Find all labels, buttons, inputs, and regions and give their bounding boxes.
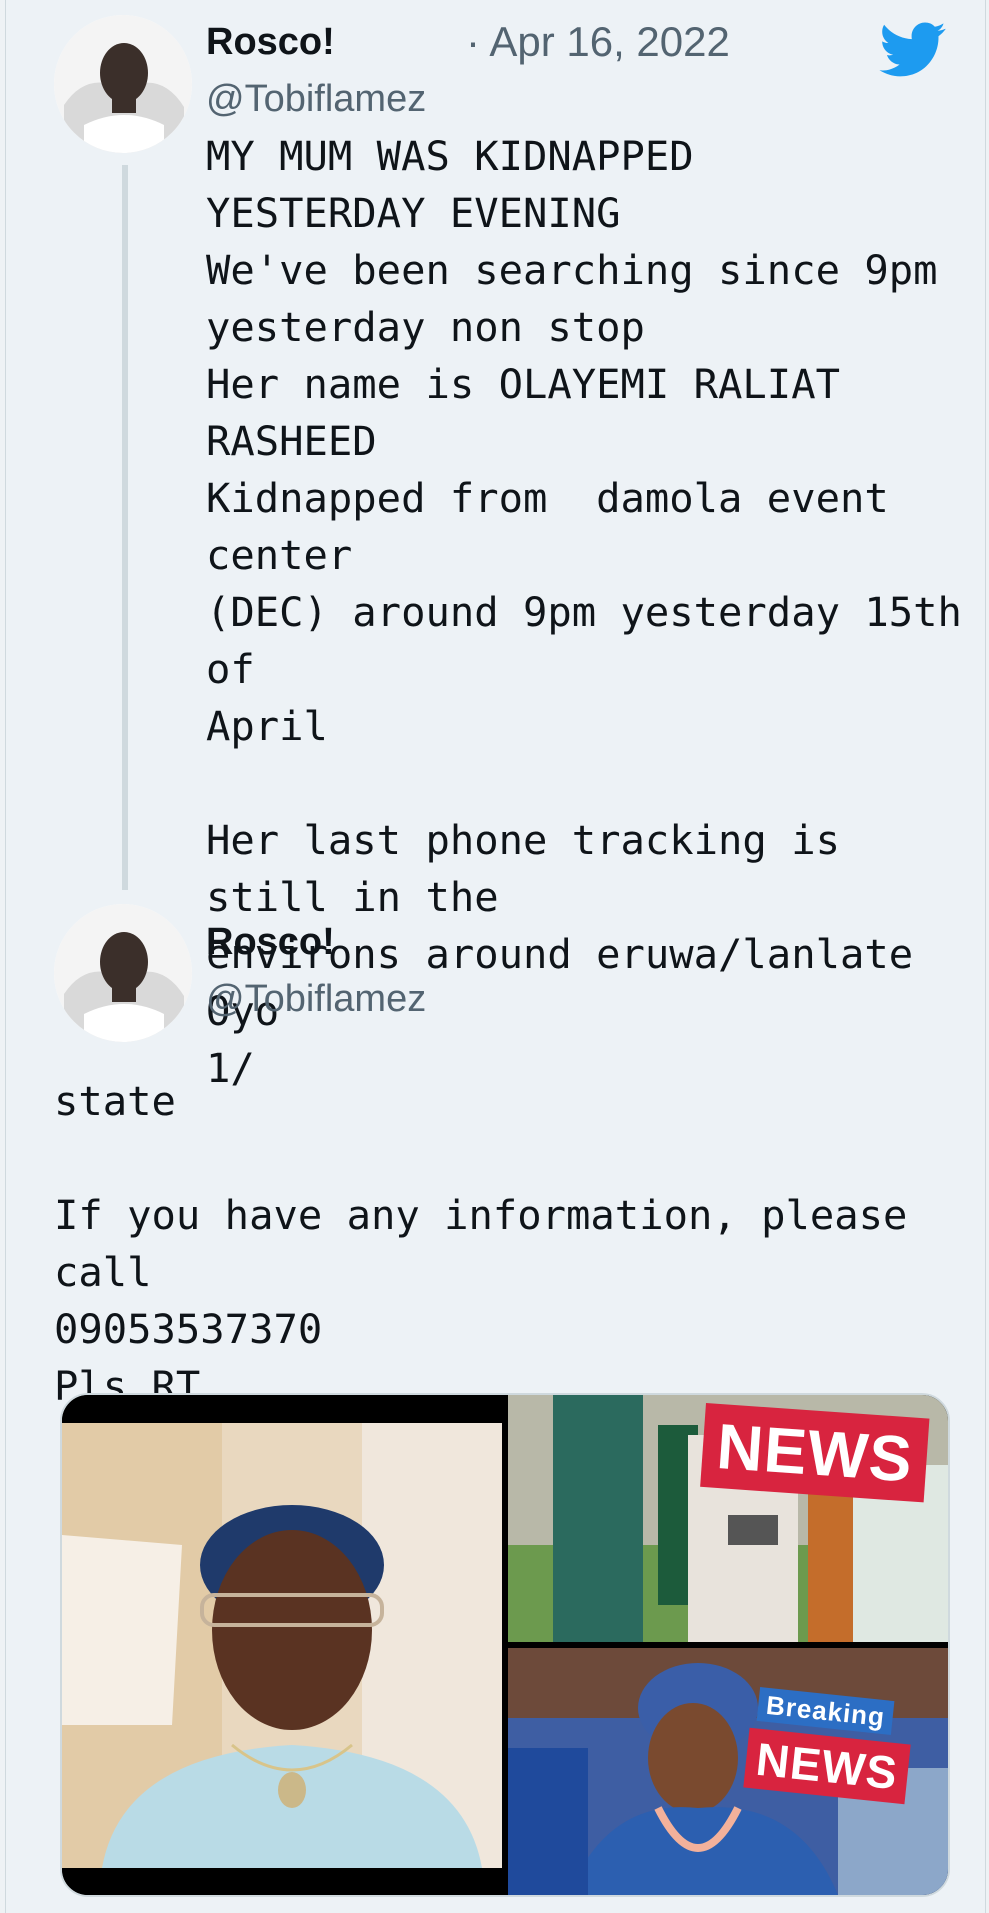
news-photo-icon[interactable]: NEWS <box>508 1395 948 1642</box>
author-name[interactable]: Rosco! <box>206 20 335 64</box>
news-banner: NEWS <box>700 1403 930 1503</box>
tweet-text: state If you have any information, pleas… <box>54 1077 908 1410</box>
twitter-bird-icon <box>879 22 946 77</box>
tweet-thread: Rosco! · Apr 16, 2022 @Tobiflamez MY MUM… <box>5 0 986 1913</box>
breaking-news-photo-icon[interactable]: Breaking NEWS <box>508 1648 948 1895</box>
avatar[interactable] <box>54 15 192 153</box>
author-name[interactable]: Rosco! <box>206 920 335 964</box>
media-grid[interactable]: NEWS Breaking NEWS <box>60 1393 950 1897</box>
portrait-photo-icon[interactable] <box>62 1395 502 1895</box>
tweet-date[interactable]: · Apr 16, 2022 <box>466 20 730 64</box>
author-handle[interactable]: @Tobiflamez <box>206 977 426 1021</box>
thread-connector <box>122 165 128 890</box>
author-handle[interactable]: @Tobiflamez <box>206 77 426 121</box>
avatar[interactable] <box>54 904 192 1042</box>
